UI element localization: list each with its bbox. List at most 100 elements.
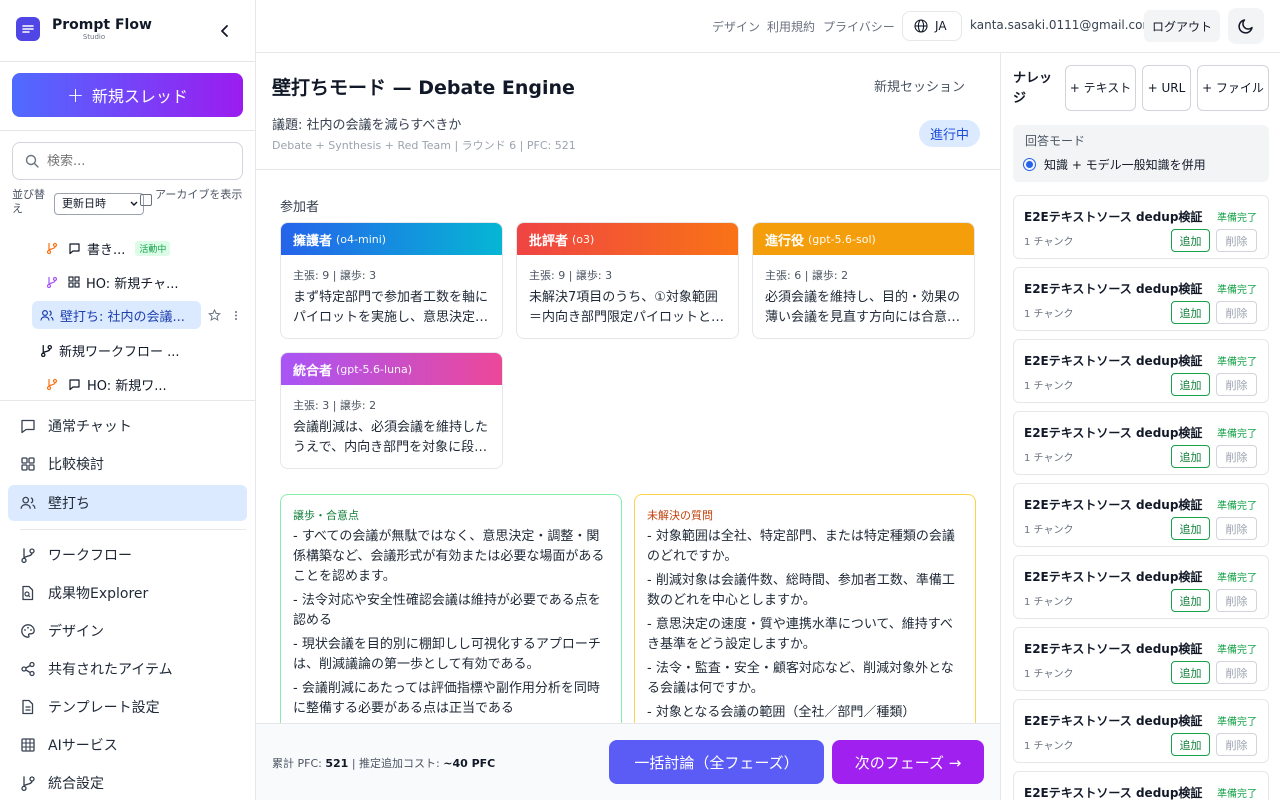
source-delete-button[interactable]: 削除 [1216,589,1257,612]
more-vertical-icon[interactable] [234,309,238,322]
star-icon[interactable] [208,309,221,322]
search-input[interactable] [47,153,227,169]
participant-card-synthesizer[interactable]: 統合者 (gpt-5.6-luna) 主張: 3 | 譲歩: 2 会議削減は、必… [280,352,503,469]
radio-selected[interactable] [1023,158,1036,171]
nav-label: デザイン [48,624,104,640]
cost-label: | 推定追加コスト: [351,757,440,770]
participant-stats: 主張: 9 | 譲歩: 3 [293,269,377,282]
source-delete-button[interactable]: 削除 [1216,733,1257,756]
add-url-button[interactable]: + URL [1142,65,1191,111]
source-delete-button[interactable]: 削除 [1216,661,1257,684]
archive-toggle[interactable]: アーカイブを表示 [140,188,245,206]
participant-summary: 会議削減は、必須会議を維持したうえで、内向き部門を対象に段階的に進めるべきです。 [293,420,489,455]
next-phase-button[interactable]: 次のフェーズ → [832,740,984,784]
source-card[interactable]: E2Eテキストソース dedup検証準備完了1 チャンク追加削除 [1013,771,1269,800]
language-label: JA [935,19,947,33]
collapse-sidebar-button[interactable] [214,20,236,42]
archive-checkbox[interactable] [140,194,152,206]
theme-toggle-button[interactable] [1228,8,1264,44]
source-add-button[interactable]: 追加 [1171,229,1210,252]
logout-button[interactable]: ログアウト [1144,10,1220,42]
tree-item[interactable]: 新規ワークフロー ... [40,336,180,364]
nav-item-artifacts[interactable]: 成果物Explorer [8,575,247,611]
status-badge: 活動中 [135,240,171,256]
source-name: E2Eテキストソース dedup検証 [1024,570,1203,584]
agreement-item: - 現状会議を目的別に棚卸しし可視化するアプローチは、削減議論の第一歩として有効… [293,637,601,672]
table-icon [20,737,36,753]
tree-item[interactable]: HO: 新規ワ... [46,370,167,398]
tree-item[interactable]: HO: 新規チャ... [46,268,179,296]
nav-item-templates[interactable]: テンプレート設定 [8,689,247,725]
run-all-phases-button[interactable]: 一括討論（全フェーズ） [609,740,824,784]
source-add-button[interactable]: 追加 [1171,733,1210,756]
add-file-button[interactable]: + ファイル [1197,65,1269,111]
chevron-left-icon [219,24,231,38]
new-session-button[interactable]: 新規セッション [874,76,965,95]
source-add-button[interactable]: 追加 [1171,589,1210,612]
source-delete-button[interactable]: 削除 [1216,301,1257,324]
source-card[interactable]: E2Eテキストソース dedup検証準備完了1 チャンク追加削除 [1013,555,1269,619]
source-card[interactable]: E2Eテキストソース dedup検証準備完了1 チャンク追加削除 [1013,699,1269,763]
agreement-item: - すべての会議が無駄ではなく、意思決定・調整・関係構築など、会議形式が有効また… [293,529,605,584]
source-add-button[interactable]: 追加 [1171,301,1210,324]
link-privacy[interactable]: プライバシー [823,18,895,35]
source-card[interactable]: E2Eテキストソース dedup検証準備完了1 チャンク追加削除 [1013,411,1269,475]
participant-card-advocate[interactable]: 擁護者 (o4-mini) 主張: 9 | 譲歩: 3 まず特定部門で参加者工数… [280,222,503,339]
agreements-title: 譲歩・合意点 [293,509,359,522]
source-name: E2Eテキストソース dedup検証 [1024,282,1203,296]
nav-item-integrations[interactable]: 統合設定 [8,765,247,800]
nav-item-chat[interactable]: 通常チャット [8,408,247,444]
page-title: 壁打ちモード — Debate Engine [272,77,575,99]
source-card[interactable]: E2Eテキストソース dedup検証準備完了1 チャンク追加削除 [1013,339,1269,403]
source-add-button[interactable]: 追加 [1171,445,1210,468]
source-card[interactable]: E2Eテキストソース dedup検証準備完了1 チャンク追加削除 [1013,483,1269,547]
open-questions-title: 未解決の質問 [647,509,713,522]
participants-label: 参加者 [280,200,320,215]
nav-item-compare[interactable]: 比較検討 [8,446,247,482]
globe-icon [914,19,928,33]
participant-model: (gpt-5.6-luna) [336,362,413,376]
add-text-button[interactable]: + テキスト [1065,65,1136,111]
nav-item-shared[interactable]: 共有されたアイテム [8,651,247,687]
tree-item-label: HO: 新規ワ... [87,378,167,394]
sort-select[interactable]: 更新日時 [54,193,144,215]
nav-item-debate[interactable]: 壁打ち [8,485,247,521]
branch-icon [46,242,58,254]
participant-card-critic[interactable]: 批評者 (o3) 主張: 9 | 譲歩: 3 未解決7項目のうち、①対象範囲＝内… [516,222,739,339]
participant-summary: 必須会議を維持し、目的・効果の薄い会議を見直す方向には合意が得られています。 [765,290,961,325]
source-chunk-count: 1 チャンク [1024,381,1074,392]
source-chunk-count: 1 チャンク [1024,237,1074,248]
answer-mode-option[interactable]: 知識 + モデル一般知識を併用 [1023,156,1206,173]
source-delete-button[interactable]: 削除 [1216,373,1257,396]
debate-meta: Debate + Synthesis + Red Team | ラウンド 6 |… [272,139,576,152]
chat-icon [20,418,36,434]
grid-icon [20,456,36,472]
source-card[interactable]: E2Eテキストソース dedup検証準備完了1 チャンク追加削除 [1013,267,1269,331]
nav-item-ai-services[interactable]: AIサービス [8,727,247,763]
source-delete-button[interactable]: 削除 [1216,445,1257,468]
source-name: E2Eテキストソース dedup検証 [1024,498,1203,512]
participant-stats: 主張: 9 | 譲歩: 3 [529,269,613,282]
new-thread-button[interactable]: + 新規スレッド [12,73,243,117]
source-card[interactable]: E2Eテキストソース dedup検証準備完了1 チャンク追加削除 [1013,195,1269,259]
divider [0,61,255,62]
nav-item-workflow[interactable]: ワークフロー [8,537,247,573]
language-button[interactable]: JA [902,11,962,41]
source-add-button[interactable]: 追加 [1171,517,1210,540]
participant-card-moderator[interactable]: 進行役 (gpt-5.6-sol) 主張: 6 | 譲歩: 2 必須会議を維持し… [752,222,975,339]
cost-summary: 累計 PFC: 521 | 推定追加コスト: ~40 PFC [272,755,495,771]
users-icon [20,495,36,511]
link-design[interactable]: デザイン [712,18,760,35]
nav-label: 比較検討 [48,457,104,473]
link-terms[interactable]: 利用規約 [767,18,815,35]
source-add-button[interactable]: 追加 [1171,661,1210,684]
source-card[interactable]: E2Eテキストソース dedup検証準備完了1 チャンク追加削除 [1013,627,1269,691]
agreement-item: - 法令対応や安全性確認会議は維持が必要である点を認める [293,593,601,628]
tree-item-active[interactable]: 壁打ち: 社内の会議... [32,301,201,329]
source-add-button[interactable]: 追加 [1171,373,1210,396]
tree-item[interactable]: 書き... 活動中 [46,234,171,262]
source-delete-button[interactable]: 削除 [1216,517,1257,540]
source-delete-button[interactable]: 削除 [1216,229,1257,252]
nav-item-design[interactable]: デザイン [8,613,247,649]
search-box[interactable] [12,142,243,180]
